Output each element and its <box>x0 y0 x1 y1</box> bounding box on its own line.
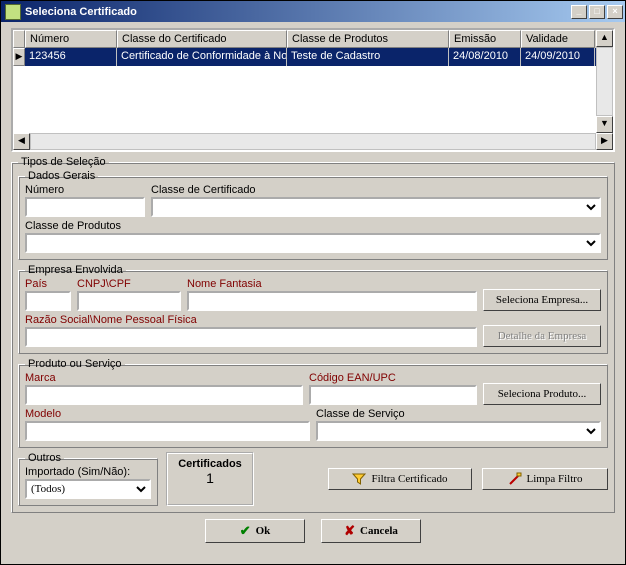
outros-group: Outros Importado (Sim/Não): (Todos) <box>18 452 158 506</box>
cell-classe-cert: Certificado de Conformidade à Norm <box>117 48 287 66</box>
produto-group: Produto ou Serviço Marca Código EAN/UPC … <box>18 358 608 448</box>
scroll-left-icon[interactable]: ◀ <box>13 133 30 150</box>
clear-filter-icon <box>508 472 522 486</box>
grid-header-emissao[interactable]: Emissão <box>449 30 521 48</box>
empresa-legend: Empresa Envolvida <box>25 264 126 276</box>
classe-serv-select[interactable] <box>316 421 601 441</box>
dados-gerais-group: Dados Gerais Número Classe de Certificad… <box>18 170 608 260</box>
cell-classe-prod: Teste de Cadastro <box>287 48 449 66</box>
certificate-grid[interactable]: Número Classe do Certificado Classe de P… <box>11 28 615 152</box>
detalhe-empresa-button[interactable]: Detalhe da Empresa <box>483 325 601 347</box>
seleciona-produto-button[interactable]: Seleciona Produto... <box>483 383 601 405</box>
modelo-label: Modelo <box>25 408 310 420</box>
codigo-label: Código EAN/UPC <box>309 372 477 384</box>
numero-label: Número <box>25 184 145 196</box>
razao-label: Razão Social\Nome Pessoal Física <box>25 314 477 326</box>
classe-prod-label: Classe de Produtos <box>25 220 601 232</box>
classe-cert-label: Classe de Certificado <box>151 184 601 196</box>
counter-value: 1 <box>176 470 244 486</box>
certificados-counter: Certificados 1 <box>166 452 254 506</box>
grid-row-marker-header <box>13 30 25 48</box>
scroll-down-icon[interactable]: ▼ <box>596 116 613 133</box>
empresa-group: Empresa Envolvida País CNPJ\CPF Nome Fan… <box>18 264 608 354</box>
scroll-track-h[interactable] <box>30 133 596 150</box>
filtra-certificado-button[interactable]: Filtra Certificado <box>328 468 472 490</box>
tipos-selecao-legend: Tipos de Seleção <box>18 156 109 168</box>
nome-fantasia-label: Nome Fantasia <box>187 278 477 290</box>
dados-gerais-legend: Dados Gerais <box>25 170 98 182</box>
grid-header-validade[interactable]: Validade <box>521 30 595 48</box>
app-icon <box>5 4 21 20</box>
maximize-button[interactable]: □ <box>589 5 605 19</box>
outros-legend: Outros <box>25 452 64 464</box>
nome-fantasia-input[interactable] <box>187 291 477 311</box>
counter-label: Certificados <box>176 458 244 470</box>
codigo-input[interactable] <box>309 385 477 405</box>
cell-emissao: 24/08/2010 <box>449 48 521 66</box>
close-button[interactable]: × <box>607 5 623 19</box>
classe-serv-label: Classe de Serviço <box>316 408 601 420</box>
cross-icon: ✘ <box>344 523 355 539</box>
window: Seleciona Certificado _ □ × Número Class… <box>0 0 626 565</box>
pais-label: País <box>25 278 71 290</box>
classe-prod-select[interactable] <box>25 233 601 253</box>
cnpj-input[interactable] <box>77 291 181 311</box>
seleciona-empresa-button[interactable]: Seleciona Empresa... <box>483 289 601 311</box>
grid-header-classe-cert[interactable]: Classe do Certificado <box>117 30 287 48</box>
grid-row-marker: ▶ <box>13 48 25 66</box>
titlebar: Seleciona Certificado _ □ × <box>1 1 625 22</box>
produto-legend: Produto ou Serviço <box>25 358 125 370</box>
check-icon: ✔ <box>240 523 251 539</box>
cell-numero: 123456 <box>25 48 117 66</box>
limpa-filtro-button[interactable]: Limpa Filtro <box>482 468 608 490</box>
scroll-track[interactable] <box>596 47 613 116</box>
cnpj-label: CNPJ\CPF <box>77 278 181 290</box>
filter-icon <box>352 472 366 486</box>
minimize-button[interactable]: _ <box>571 5 587 19</box>
grid-header-classe-prod[interactable]: Classe de Produtos <box>287 30 449 48</box>
grid-vertical-scrollbar[interactable]: ▲ ▼ <box>596 30 613 133</box>
tipos-selecao-group: Tipos de Seleção Dados Gerais Número Cla… <box>11 156 615 513</box>
marca-input[interactable] <box>25 385 303 405</box>
numero-input[interactable] <box>25 197 145 217</box>
window-controls: _ □ × <box>571 5 623 19</box>
razao-input[interactable] <box>25 327 477 347</box>
scroll-right-icon[interactable]: ▶ <box>596 133 613 150</box>
grid-header-numero[interactable]: Número <box>25 30 117 48</box>
modelo-input[interactable] <box>25 421 310 441</box>
marca-label: Marca <box>25 372 303 384</box>
window-title: Seleciona Certificado <box>25 6 571 18</box>
pais-input[interactable] <box>25 291 71 311</box>
ok-button[interactable]: ✔ Ok <box>205 519 305 543</box>
importado-label: Importado (Sim/Não): <box>25 466 151 478</box>
cell-validade: 24/09/2010 <box>521 48 595 66</box>
scroll-up-icon[interactable]: ▲ <box>596 30 613 47</box>
table-row[interactable]: ▶ 123456 Certificado de Conformidade à N… <box>13 48 613 66</box>
classe-cert-select[interactable] <box>151 197 601 217</box>
cancel-button[interactable]: ✘ Cancela <box>321 519 421 543</box>
grid-horizontal-scrollbar[interactable]: ◀ ▶ <box>13 133 613 150</box>
importado-select[interactable]: (Todos) <box>25 479 151 499</box>
